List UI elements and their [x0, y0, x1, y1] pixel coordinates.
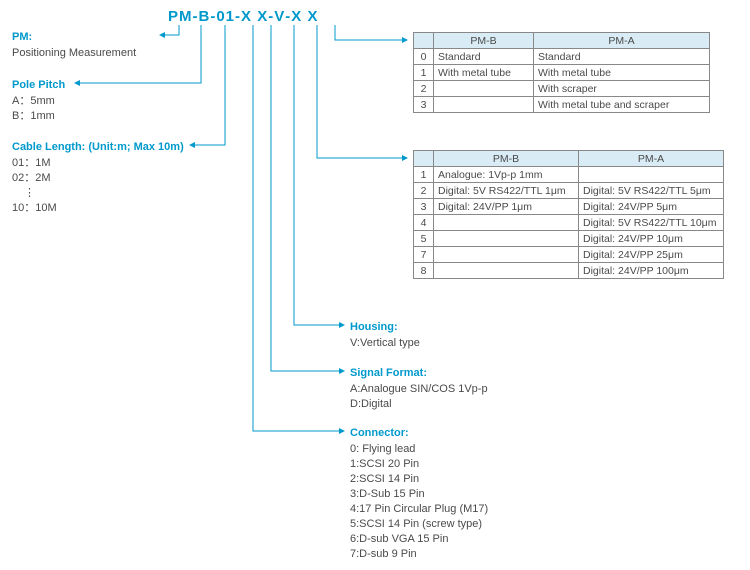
pm-header: PM: [12, 30, 136, 45]
cable-10: 10：10M [12, 201, 184, 216]
table-row: 3Digital: 24V/PP 1μmDigital: 24V/PP 5μm [414, 199, 724, 215]
t1-blank [414, 33, 434, 49]
table-row: 1Analogue: 1Vp-p 1mm [414, 167, 724, 183]
t2-hb: PM-B [434, 151, 579, 167]
table-row: 4Digital: 5V RS422/TTL 10μm [414, 215, 724, 231]
t1-ha: PM-A [534, 33, 710, 49]
housing-line: V:Vertical type [350, 336, 420, 351]
cable-1: 01：1M [12, 156, 184, 171]
table-row: 3With metal tube and scraper [414, 97, 710, 113]
table-row: 1With metal tubeWith metal tube [414, 65, 710, 81]
signal-a: A:Analogue SIN/COS 1Vp-p [350, 382, 488, 397]
connector-4: 4:17 Pin Circular Plug (M17) [350, 502, 488, 517]
connector-6: 6:D-sub VGA 15 Pin [350, 532, 488, 547]
signal-section: Signal Format: A:Analogue SIN/COS 1Vp-p … [350, 366, 488, 412]
table-row: 7Digital: 24V/PP 25μm [414, 247, 724, 263]
table-row: 2Digital: 5V RS422/TTL 1μmDigital: 5V RS… [414, 183, 724, 199]
cable-section: Cable Length: (Unit:m; Max 10m) 01：1M 02… [12, 140, 184, 216]
signal-header: Signal Format: [350, 366, 488, 381]
cable-dots: ⋮ [12, 186, 184, 201]
connector-0: 0: Flying lead [350, 442, 488, 457]
t2-ha: PM-A [579, 151, 724, 167]
connector-header: Connector: [350, 426, 488, 441]
table-row: 0StandardStandard [414, 49, 710, 65]
pm-section: PM: Positioning Measurement [12, 30, 136, 61]
t1-hb: PM-B [434, 33, 534, 49]
part-number: PM-B-01-X X-V-X X [168, 8, 318, 25]
pm-line: Positioning Measurement [12, 46, 136, 61]
connector-3: 3:D-Sub 15 Pin [350, 487, 488, 502]
housing-header: Housing: [350, 320, 420, 335]
table-option-1: PM-BPM-A 0StandardStandard 1With metal t… [413, 32, 710, 113]
pole-b: B：1mm [12, 109, 65, 124]
housing-section: Housing: V:Vertical type [350, 320, 420, 351]
table-row: 5Digital: 24V/PP 10μm [414, 231, 724, 247]
connector-2: 2:SCSI 14 Pin [350, 472, 488, 487]
connector-1: 1:SCSI 20 Pin [350, 457, 488, 472]
pole-section: Pole Pitch A：5mm B：1mm [12, 78, 65, 124]
table-option-2: PM-BPM-A 1Analogue: 1Vp-p 1mm 2Digital: … [413, 150, 724, 279]
signal-d: D:Digital [350, 397, 488, 412]
cable-header: Cable Length: (Unit:m; Max 10m) [12, 140, 184, 155]
connector-7: 7:D-sub 9 Pin [350, 547, 488, 562]
t2-blank [414, 151, 434, 167]
connector-section: Connector: 0: Flying lead 1:SCSI 20 Pin … [350, 426, 488, 562]
pole-a: A：5mm [12, 94, 65, 109]
table-row: 2With scraper [414, 81, 710, 97]
pole-header: Pole Pitch [12, 78, 65, 93]
table-row: 8Digital: 24V/PP 100μm [414, 263, 724, 279]
cable-2: 02：2M [12, 171, 184, 186]
connector-5: 5:SCSI 14 Pin (screw type) [350, 517, 488, 532]
